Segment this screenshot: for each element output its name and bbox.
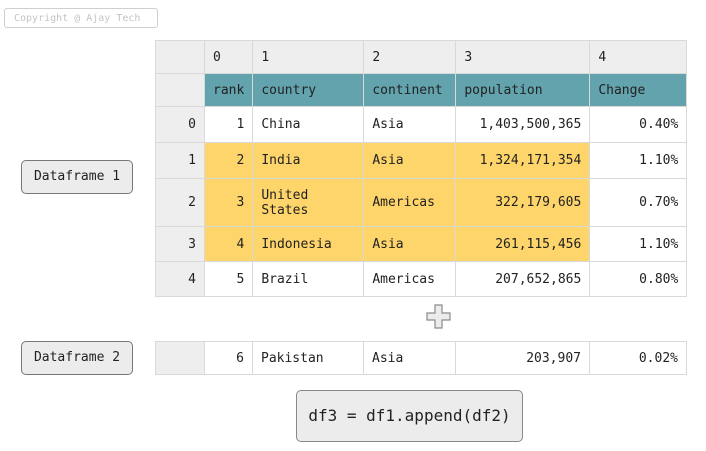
column-index-cell: 4	[589, 40, 688, 74]
country-cell: China	[252, 106, 365, 143]
row-index: 3	[155, 226, 205, 262]
continent-cell: Americas	[363, 261, 457, 297]
change-cell: 1.10%	[589, 142, 688, 179]
population-cell: 261,115,456	[455, 226, 591, 262]
dataframe-1-label: Dataframe 1	[21, 160, 133, 194]
population-cell: 322,179,605	[455, 178, 591, 227]
plus-icon	[426, 304, 451, 329]
change-cell: 0.70%	[589, 178, 688, 227]
row-index: 1	[155, 142, 205, 179]
country-cell: India	[252, 142, 365, 179]
rank-cell: 4	[203, 226, 254, 262]
country-cell: United States	[252, 178, 365, 227]
corner-cell	[155, 40, 205, 74]
population-cell: 203,907	[455, 341, 590, 375]
continent-cell: Americas	[363, 178, 457, 227]
column-header-population: population	[455, 73, 591, 107]
population-cell: 1,403,500,365	[455, 106, 591, 143]
corner-cell	[155, 73, 205, 107]
dataframe-2-table: 6 Pakistan Asia 203,907 0.02%	[155, 341, 687, 375]
rank-cell: 5	[203, 261, 254, 297]
table-row: 0 1 China Asia 1,403,500,365 0.40%	[155, 106, 688, 143]
population-cell: 207,652,865	[455, 261, 591, 297]
country-cell: Indonesia	[252, 226, 365, 262]
rank-cell: 3	[203, 178, 254, 227]
row-index: 4	[155, 261, 205, 297]
table-row: 4 5 Brazil Americas 207,652,865 0.80%	[155, 261, 688, 297]
column-index-row: 0 1 2 3 4	[155, 40, 688, 74]
rank-cell: 1	[203, 106, 254, 143]
continent-cell: Asia	[363, 142, 457, 179]
column-header-rank: rank	[203, 73, 254, 107]
column-index-cell: 1	[252, 40, 365, 74]
column-index-cell: 2	[363, 40, 457, 74]
dataframe-2-label: Dataframe 2	[21, 341, 133, 375]
continent-cell: Asia	[363, 226, 457, 262]
country-cell: Pakistan	[252, 341, 364, 375]
change-cell: 0.80%	[589, 261, 688, 297]
row-index: 0	[155, 106, 205, 143]
code-snippet: df3 = df1.append(df2)	[296, 390, 523, 442]
change-cell: 0.40%	[589, 106, 688, 143]
dataframe-1-table: 0 1 2 3 4 rank country continent populat…	[155, 40, 688, 297]
population-cell: 1,324,171,354	[455, 142, 591, 179]
rank-cell: 6	[204, 341, 253, 375]
column-header-continent: continent	[363, 73, 457, 107]
rank-cell: 2	[203, 142, 254, 179]
row-index: 2	[155, 178, 205, 227]
row-index	[155, 341, 205, 375]
country-cell: Brazil	[252, 261, 365, 297]
copyright-badge: Copyright @ Ajay Tech	[4, 8, 158, 28]
column-name-row: rank country continent population Change	[155, 73, 688, 107]
continent-cell: Asia	[363, 106, 457, 143]
continent-cell: Asia	[363, 341, 456, 375]
change-cell: 1.10%	[589, 226, 688, 262]
table-row: 2 3 United States Americas 322,179,605 0…	[155, 178, 688, 227]
column-header-change: Change	[589, 73, 688, 107]
change-cell: 0.02%	[589, 341, 687, 375]
table-row: 1 2 India Asia 1,324,171,354 1.10%	[155, 142, 688, 179]
column-index-cell: 3	[455, 40, 591, 74]
table-row: 6 Pakistan Asia 203,907 0.02%	[155, 341, 687, 375]
column-index-cell: 0	[203, 40, 254, 74]
table-row: 3 4 Indonesia Asia 261,115,456 1.10%	[155, 226, 688, 262]
column-header-country: country	[252, 73, 365, 107]
